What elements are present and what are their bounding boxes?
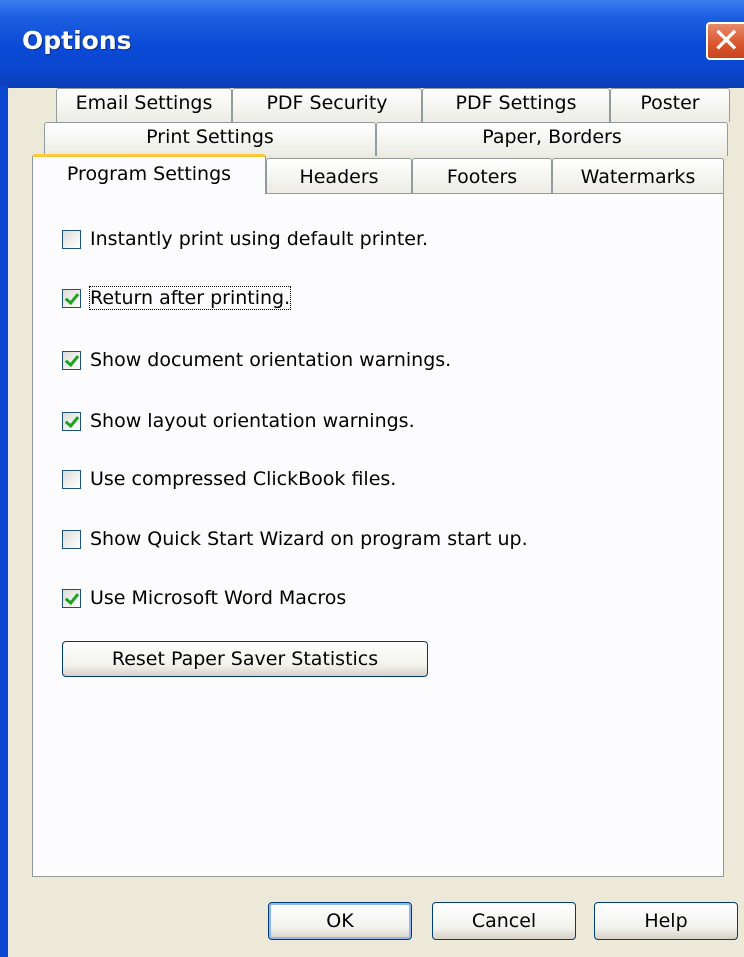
option-word-macros[interactable]: Use Microsoft Word Macros <box>62 583 346 613</box>
option-label: Use Microsoft Word Macros <box>90 587 347 609</box>
tab-poster[interactable]: Poster <box>610 88 730 122</box>
checkbox-quick-start-wizard[interactable] <box>62 529 81 549</box>
checkbox-document-orientation-warnings[interactable] <box>62 350 81 370</box>
checkbox-word-macros[interactable] <box>62 588 81 608</box>
tab-paper-borders[interactable]: Paper, Borders <box>376 122 728 156</box>
window-title: Options <box>22 26 132 55</box>
option-label: Return after printing. <box>88 286 292 310</box>
option-label: Show document orientation warnings. <box>90 349 452 371</box>
tab-footers[interactable]: Footers <box>412 158 552 194</box>
ok-button[interactable]: OK <box>268 902 412 940</box>
option-instant-print[interactable]: Instantly print using default printer. <box>62 224 428 254</box>
checkbox-instant-print[interactable] <box>62 229 81 249</box>
checkbox-compressed-files[interactable] <box>62 469 81 489</box>
option-label: Use compressed ClickBook files. <box>90 468 397 490</box>
help-button[interactable]: Help <box>594 902 738 940</box>
tab-email-settings[interactable]: Email Settings <box>56 88 232 122</box>
close-icon: ✕ <box>712 21 741 61</box>
tab-headers[interactable]: Headers <box>266 158 412 194</box>
option-layout-orientation-warnings[interactable]: Show layout orientation warnings. <box>62 406 415 436</box>
tab-print-settings[interactable]: Print Settings <box>44 122 376 156</box>
title-bar: Options ✕ <box>0 0 744 88</box>
tab-program-settings[interactable]: Program Settings <box>32 154 266 194</box>
option-label: Instantly print using default printer. <box>90 228 429 250</box>
checkbox-return-after-printing[interactable] <box>62 288 81 308</box>
options-dialog: Options ✕ Email Settings PDF Security PD… <box>0 0 744 957</box>
tab-pdf-security[interactable]: PDF Security <box>232 88 422 122</box>
option-document-orientation-warnings[interactable]: Show document orientation warnings. <box>62 345 451 375</box>
checkbox-layout-orientation-warnings[interactable] <box>62 411 81 431</box>
option-label: Show Quick Start Wizard on program start… <box>90 528 528 550</box>
window-border <box>0 86 8 957</box>
close-button[interactable]: ✕ <box>706 21 744 61</box>
cancel-button[interactable]: Cancel <box>432 902 576 940</box>
tab-watermarks[interactable]: Watermarks <box>552 158 724 194</box>
tab-pdf-settings[interactable]: PDF Settings <box>422 88 610 122</box>
option-quick-start-wizard[interactable]: Show Quick Start Wizard on program start… <box>62 524 528 554</box>
option-compressed-files[interactable]: Use compressed ClickBook files. <box>62 464 396 494</box>
reset-paper-saver-button[interactable]: Reset Paper Saver Statistics <box>62 641 428 677</box>
option-return-after-printing[interactable]: Return after printing. <box>62 283 292 313</box>
option-label: Show layout orientation warnings. <box>90 410 415 432</box>
